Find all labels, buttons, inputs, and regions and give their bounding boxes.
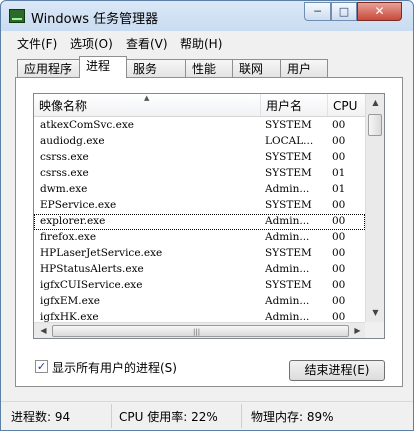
process-user: LOCAL... xyxy=(265,135,314,147)
table-row[interactable]: igfxCUIService.exe SYSTEM 00 xyxy=(34,278,365,294)
table-row[interactable]: explorer.exe Admin... 00 xyxy=(34,214,365,230)
table-row[interactable]: audiodg.exe LOCAL... 00 xyxy=(34,134,365,150)
menu-help[interactable]: 帮助(H) xyxy=(180,35,222,52)
show-all-users-checkbox[interactable]: ✓ xyxy=(35,360,48,373)
process-user: Admin... xyxy=(265,263,310,275)
status-separator xyxy=(241,404,242,428)
status-separator xyxy=(111,404,112,428)
process-name: igfxCUIService.exe xyxy=(40,279,143,291)
process-cpu: 01 xyxy=(332,183,346,195)
process-cpu: 00 xyxy=(332,247,346,259)
column-user-name[interactable]: 用户名 xyxy=(261,94,328,116)
close-button[interactable]: ✕ xyxy=(357,2,402,21)
process-cpu: 00 xyxy=(332,199,346,211)
process-list[interactable]: ▲ 映像名称 用户名 CPU atkexComSvc.exe SYSTEM 00 au… xyxy=(33,93,385,339)
process-name: csrss.exe xyxy=(40,167,89,179)
process-cpu: 00 xyxy=(332,135,346,147)
window-title: Windows 任务管理器 xyxy=(31,12,159,27)
task-manager-icon xyxy=(9,9,25,23)
tab-strip: 应用程序 进程 服务 性能 联网 用户 xyxy=(1,56,413,78)
table-row[interactable]: firefox.exe Admin... 00 xyxy=(34,230,365,246)
grip-icon: ||| xyxy=(193,328,201,336)
menu-view[interactable]: 查看(V) xyxy=(126,35,168,52)
table-row[interactable]: atkexComSvc.exe SYSTEM 00 xyxy=(34,118,365,134)
process-cpu: 00 xyxy=(332,151,346,163)
process-user: Admin... xyxy=(265,231,310,243)
table-row[interactable]: HPLaserJetService.exe SYSTEM 00 xyxy=(34,246,365,262)
process-name: audiodg.exe xyxy=(40,135,105,147)
process-cpu: 00 xyxy=(332,231,346,243)
table-row[interactable]: HPStatusAlerts.exe Admin... 00 xyxy=(34,262,365,278)
process-user: SYSTEM xyxy=(265,199,312,211)
cpu-usage-status: CPU 使用率: 22% xyxy=(119,410,218,424)
process-name: csrss.exe xyxy=(40,151,89,163)
menu-bar: 文件(F) 选项(O) 查看(V) 帮助(H) xyxy=(1,32,413,52)
process-name: dwm.exe xyxy=(40,183,88,195)
horizontal-scrollbar[interactable]: ◀ ||| ▶ xyxy=(34,322,365,338)
title-bar[interactable]: Windows 任务管理器 ─ □ ✕ xyxy=(1,1,413,31)
process-user: SYSTEM xyxy=(265,247,312,259)
process-cpu: 00 xyxy=(332,215,346,227)
process-name: igfxEM.exe xyxy=(40,295,100,307)
end-process-button[interactable]: 结束进程(E) xyxy=(289,360,385,381)
process-name: firefox.exe xyxy=(40,231,97,243)
table-row[interactable]: csrss.exe SYSTEM 00 xyxy=(34,150,365,166)
process-user: SYSTEM xyxy=(265,167,312,179)
table-row[interactable]: EPService.exe SYSTEM 00 xyxy=(34,198,365,214)
scroll-left-icon[interactable]: ◀ xyxy=(34,323,53,338)
tab-networking[interactable]: 联网 xyxy=(232,59,281,77)
column-image-name[interactable]: 映像名称 xyxy=(34,94,261,116)
minimize-button[interactable]: ─ xyxy=(304,2,331,21)
table-row[interactable]: dwm.exe Admin... 01 xyxy=(34,182,365,198)
process-name: EPService.exe xyxy=(40,199,117,211)
tab-users[interactable]: 用户 xyxy=(280,59,328,77)
process-cpu: 00 xyxy=(332,119,346,131)
scroll-down-icon[interactable]: ▼ xyxy=(366,305,384,321)
process-user: SYSTEM xyxy=(265,151,312,163)
scroll-corner xyxy=(365,322,384,338)
maximize-button[interactable]: □ xyxy=(331,2,357,21)
tab-processes[interactable]: 进程 xyxy=(79,56,127,78)
process-cpu: 01 xyxy=(332,167,346,179)
memory-status: 物理内存: 89% xyxy=(251,410,334,424)
tab-applications[interactable]: 应用程序 xyxy=(17,59,80,77)
scroll-up-icon[interactable]: ▲ xyxy=(366,95,384,111)
process-user: SYSTEM xyxy=(265,119,312,131)
process-count-status: 进程数: 94 xyxy=(11,410,71,424)
column-cpu[interactable]: CPU xyxy=(328,94,365,116)
tab-services[interactable]: 服务 xyxy=(126,59,186,77)
process-name: HPStatusAlerts.exe xyxy=(40,263,144,275)
process-user: Admin... xyxy=(265,215,310,227)
process-name: HPLaserJetService.exe xyxy=(40,247,163,259)
process-user: SYSTEM xyxy=(265,279,312,291)
menu-file[interactable]: 文件(F) xyxy=(17,35,57,52)
status-bar: 进程数: 94 CPU 使用率: 22% 物理内存: 89% xyxy=(1,401,413,430)
process-cpu: 00 xyxy=(332,295,346,307)
vertical-scroll-thumb[interactable] xyxy=(368,114,382,136)
process-name: explorer.exe xyxy=(40,215,106,227)
process-user: Admin... xyxy=(265,183,310,195)
column-header: ▲ 映像名称 用户名 CPU xyxy=(34,94,365,117)
menu-options[interactable]: 选项(O) xyxy=(70,35,113,52)
table-row[interactable]: csrss.exe SYSTEM 01 xyxy=(34,166,365,182)
process-cpu: 00 xyxy=(332,263,346,275)
horizontal-scroll-thumb[interactable]: ||| xyxy=(52,325,349,337)
show-all-users-label[interactable]: 显示所有用户的进程(S) xyxy=(52,359,177,376)
task-manager-window: Windows 任务管理器 ─ □ ✕ 文件(F) 选项(O) 查看(V) 帮助… xyxy=(0,0,414,431)
tab-performance[interactable]: 性能 xyxy=(185,59,233,77)
table-row[interactable]: igfxEM.exe Admin... 00 xyxy=(34,294,365,310)
process-user: Admin... xyxy=(265,295,310,307)
process-cpu: 00 xyxy=(332,279,346,291)
process-name: atkexComSvc.exe xyxy=(40,119,134,131)
vertical-scrollbar[interactable]: ▲ ▼ xyxy=(365,94,384,322)
